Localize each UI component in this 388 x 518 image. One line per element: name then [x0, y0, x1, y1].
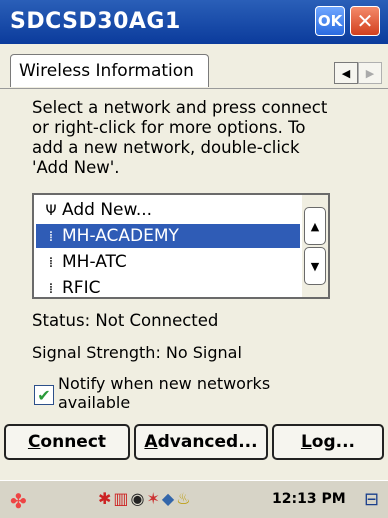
close-icon: ✕: [356, 9, 374, 33]
ok-button[interactable]: OK: [315, 6, 345, 36]
network-list[interactable]: Ψ Add New... ⁞ MH-ACADEMY ⁞ MH-ATC ⁞ RFIC ▲ …: [32, 193, 330, 299]
bluetooth-icon[interactable]: ✱: [98, 489, 113, 508]
scroll-down-button[interactable]: ▼: [304, 247, 326, 285]
notify-checkbox[interactable]: ✔: [34, 385, 54, 405]
arrow-up-icon: ▲: [310, 219, 320, 233]
window-title: SDCSD30AG1: [10, 9, 181, 34]
list-scrollbar[interactable]: ▲ ▼: [302, 195, 328, 297]
instructions-text: Select a network and press connect or ri…: [32, 98, 328, 177]
arrow-left-icon: ◀: [341, 66, 351, 80]
screen: SDCSD30AG1 OK ✕ Wireless Information ◀ ▶…: [0, 0, 388, 518]
checkmark-icon: ✔: [37, 385, 51, 405]
signal-strength-text: Signal Strength: No Signal: [32, 343, 242, 362]
arrow-down-icon: ▼: [310, 259, 320, 273]
network-tray-icon[interactable]: ⊟: [364, 489, 379, 510]
list-item-mh-atc[interactable]: ⁞ MH-ATC: [36, 250, 300, 274]
tab-divider: [0, 88, 388, 89]
list-item-add-new[interactable]: Ψ Add New...: [36, 198, 300, 222]
tab-scroll-left-button[interactable]: ◀: [334, 62, 358, 84]
status-text: Status: Not Connected: [32, 311, 219, 330]
power-icon[interactable]: ♨: [176, 489, 192, 508]
taskbar: ✤ ✱▥◉✶◆♨ 12:13 PM ⊟: [0, 480, 388, 518]
sync-icon[interactable]: ◆: [162, 489, 176, 508]
connect-button[interactable]: Connect: [4, 424, 130, 460]
scroll-up-button[interactable]: ▲: [304, 207, 326, 245]
antenna-icon: Ψ: [45, 203, 57, 219]
arrow-right-icon: ▶: [365, 66, 375, 80]
close-button[interactable]: ✕: [350, 6, 380, 36]
advanced-button[interactable]: Advanced...: [134, 424, 268, 460]
tab-wireless-information[interactable]: Wireless Information: [10, 54, 209, 87]
tray-icons: ✱▥◉✶◆♨: [98, 489, 193, 508]
volume-icon[interactable]: ✶: [147, 489, 162, 508]
title-bar: SDCSD30AG1 OK ✕: [0, 0, 388, 44]
list-item-mh-academy[interactable]: ⁞ MH-ACADEMY: [36, 224, 300, 248]
start-icon[interactable]: ✤: [10, 489, 27, 513]
notify-label[interactable]: Notify when new networks available: [58, 374, 328, 412]
globe-icon[interactable]: ◉: [131, 489, 147, 508]
signal-icon: ⁞: [48, 229, 54, 245]
tab-scroll-right-button[interactable]: ▶: [358, 62, 382, 84]
clock[interactable]: 12:13 PM: [272, 491, 346, 507]
signal-icon: ⁞: [48, 255, 54, 271]
signal-icon: ⁞: [48, 281, 54, 297]
battery-icon[interactable]: ▥: [113, 489, 130, 508]
log-button[interactable]: Log...: [272, 424, 384, 460]
list-item-rfic[interactable]: ⁞ RFIC: [36, 276, 300, 297]
